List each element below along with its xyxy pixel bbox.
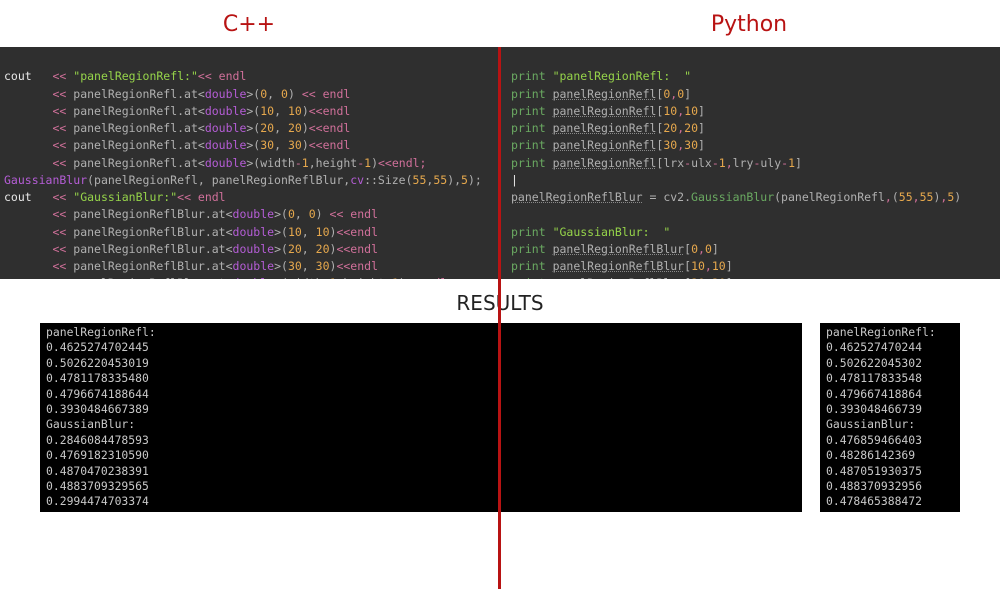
console-output-python: panelRegionRefl: 0.462527470244 0.502622… [820,323,960,512]
python-code-pane: print "panelRegionRefl: " print panelReg… [501,47,1000,279]
cpp-code-pane: cout << "panelRegionRefl:"<< endl << pan… [0,47,498,279]
text: cout [4,69,32,83]
header-cpp: C++ [0,0,498,47]
vertical-divider [498,47,501,279]
vertical-divider-lower [498,279,501,589]
header-row: C++ Python [0,0,1000,47]
console-output-cpp: panelRegionRefl: 0.4625274702445 0.50262… [40,323,802,512]
code-row: cout << "panelRegionRefl:"<< endl << pan… [0,47,1000,279]
text-cursor: | [511,173,518,187]
header-python: Python [498,0,1000,47]
